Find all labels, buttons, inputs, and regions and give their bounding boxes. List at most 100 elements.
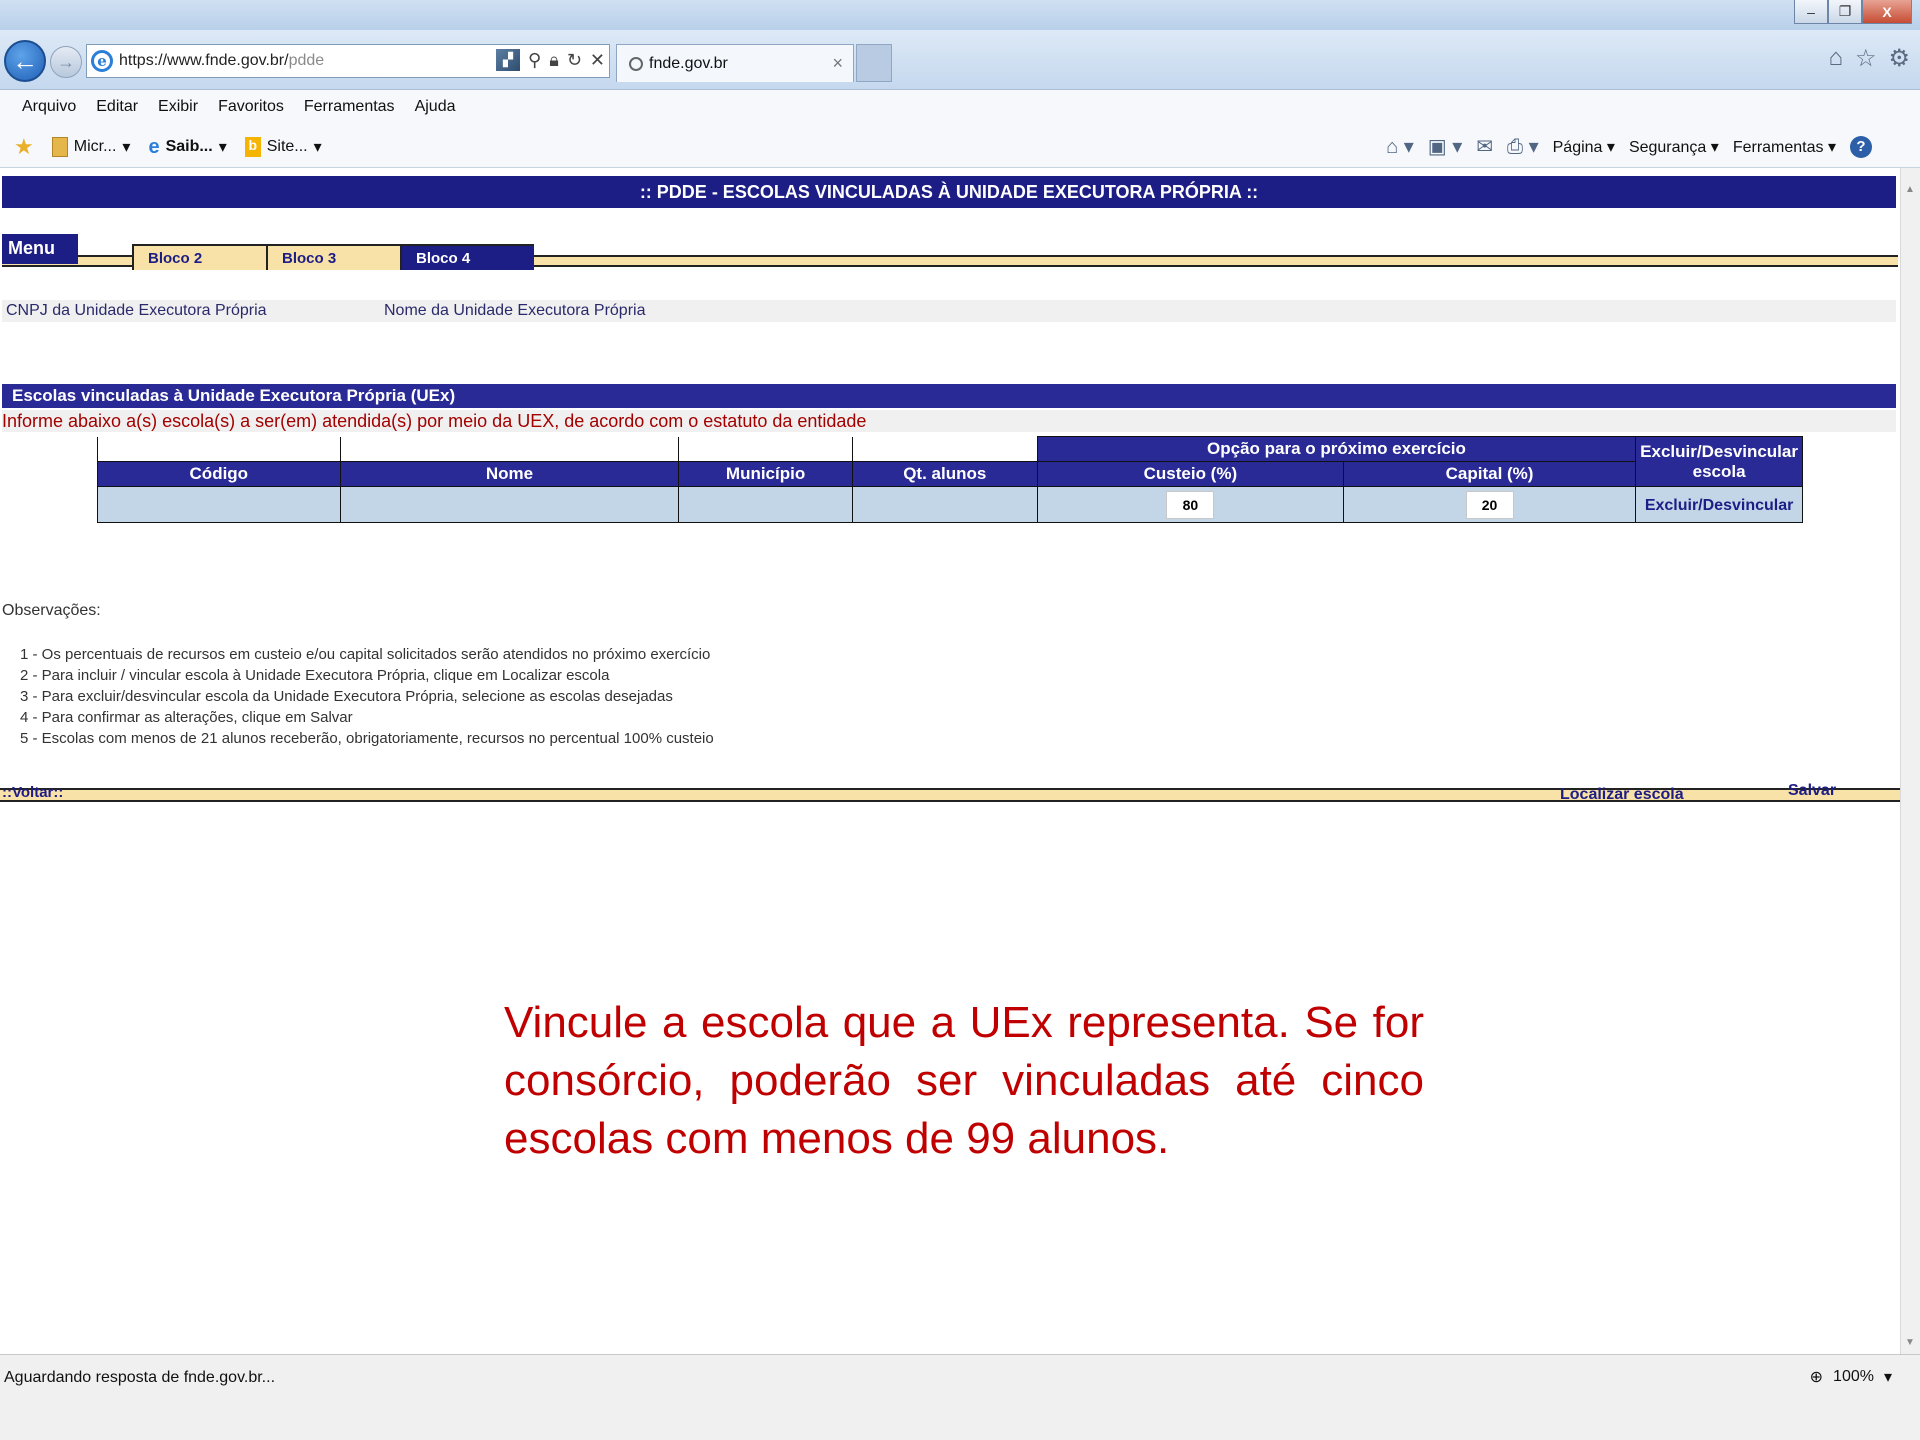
annotation-callout: Vincule a escola que a UEx representa. S…: [504, 998, 1424, 1163]
refresh-icon[interactable]: ↻: [567, 50, 582, 71]
tab-bloco-3[interactable]: Bloco 3: [266, 244, 400, 270]
schools-table: Opção para o próximo exercício Excluir/D…: [97, 436, 1803, 523]
tab-title: fnde.gov.br: [649, 54, 728, 72]
voltar-link[interactable]: ::Voltar::: [2, 784, 63, 801]
vertical-scrollbar[interactable]: ▲ ▼: [1900, 168, 1920, 1354]
cell-qt-alunos: [851, 486, 1038, 523]
cell-custeio: [1036, 486, 1344, 523]
restore-button[interactable]: ❐: [1828, 0, 1862, 24]
compatibility-view-icon[interactable]: ▞: [496, 49, 521, 71]
header-custeio: Custeio (%): [1036, 461, 1344, 487]
custeio-input[interactable]: [1166, 490, 1215, 519]
favorites-bar: ★ Micr... ▾ e Saib... ▾ b Site... ▾ ⌂ ▾ …: [0, 124, 1920, 168]
action-bar: ::Voltar:: Localizar escola Salvar: [0, 778, 1900, 804]
zoom-icon: ⊕: [1809, 1369, 1824, 1386]
page-banner: :: PDDE - ESCOLAS VINCULADAS À UNIDADE E…: [2, 176, 1896, 208]
tab-menu[interactable]: Menu: [2, 234, 78, 264]
command-seguranca[interactable]: Segurança ▾: [1629, 137, 1719, 157]
instruction-text: Informe abaixo a(s) escola(s) a ser(em) …: [2, 410, 1896, 432]
list-item: 3 - Para excluir/desvincular escola da U…: [20, 688, 673, 705]
tab-close-icon[interactable]: ×: [832, 53, 843, 74]
nome-uex-label: Nome da Unidade Executora Própria: [384, 302, 646, 319]
add-favorites-star-icon[interactable]: ★: [14, 134, 34, 160]
header-excluir: Excluir/Desvincular escola: [1635, 436, 1803, 487]
header-qt-alunos: Qt. alunos: [851, 461, 1038, 487]
scroll-up-icon[interactable]: ▲: [1905, 184, 1915, 195]
url-text: https://www.fnde.gov.br/pdde: [119, 52, 325, 69]
menu-ajuda[interactable]: Ajuda: [415, 98, 456, 116]
cell-municipio: [678, 486, 853, 523]
menu-editar[interactable]: Editar: [96, 98, 138, 116]
mail-icon[interactable]: ✉: [1476, 134, 1493, 159]
tab-bloco-4[interactable]: Bloco 4: [400, 244, 534, 270]
menu-bar: Arquivo Editar Exibir Favoritos Ferramen…: [0, 90, 1920, 124]
browser-tab[interactable]: fnde.gov.br ×: [616, 44, 854, 82]
navigation-bar: ← → e https://www.fnde.gov.br/pdde ▞ ⚲ 🔒…: [0, 30, 1920, 90]
capital-input[interactable]: [1465, 490, 1514, 519]
header-spacer: [339, 436, 680, 462]
favorite-item[interactable]: e Saib... ▾: [148, 136, 226, 159]
print-icon[interactable]: ⎙ ▾: [1507, 134, 1539, 159]
search-icon[interactable]: ⚲: [528, 50, 541, 71]
list-item: 1 - Os percentuais de recursos em custei…: [20, 646, 711, 663]
header-capital: Capital (%): [1342, 461, 1637, 487]
tab-bloco-2[interactable]: Bloco 2: [132, 244, 266, 270]
close-window-button[interactable]: X: [1862, 0, 1912, 24]
loading-icon: [629, 56, 643, 71]
observacoes-list: 1 - Os percentuais de recursos em custei…: [20, 644, 714, 749]
favorites-star-icon[interactable]: ☆: [1855, 44, 1877, 73]
menu-arquivo[interactable]: Arquivo: [22, 98, 76, 116]
status-bar: Aguardando resposta de fnde.gov.br... ⊕ …: [0, 1354, 1920, 1440]
favorite-item[interactable]: b Site... ▾: [244, 137, 322, 157]
zoom-dropdown-icon[interactable]: ▾: [1884, 1367, 1892, 1387]
status-text: Aguardando resposta de fnde.gov.br...: [4, 1369, 276, 1386]
header-spacer: [851, 436, 1038, 462]
cell-capital: [1342, 486, 1637, 523]
forward-button[interactable]: →: [50, 46, 82, 78]
section-title: Escolas vinculadas à Unidade Executora P…: [2, 384, 1896, 408]
favorite-label: Micr...: [73, 138, 117, 155]
bing-icon: b: [244, 137, 261, 157]
cell-codigo: [97, 486, 341, 523]
feeds-icon[interactable]: ▣ ▾: [1428, 134, 1463, 159]
window-title-bar: – ❐ X: [0, 0, 1920, 30]
favorite-label: Saib...: [165, 138, 213, 155]
lock-icon[interactable]: 🔒︎: [549, 50, 559, 71]
salvar-button[interactable]: Salvar: [1788, 782, 1836, 800]
home-icon[interactable]: ⌂ ▾: [1386, 134, 1414, 159]
uex-info-row: CNPJ da Unidade Executora Própria Nome d…: [2, 300, 1896, 322]
excluir-desvincular-link[interactable]: Excluir/Desvincular: [1645, 497, 1794, 514]
new-tab-button[interactable]: [856, 44, 892, 82]
ie-icon: e: [148, 135, 160, 158]
observacoes-title: Observações:: [2, 602, 101, 619]
favorite-item[interactable]: Micr... ▾: [51, 137, 130, 157]
favorite-label: Site...: [266, 138, 308, 155]
header-opcao: Opção para o próximo exercício: [1036, 436, 1637, 462]
minimize-button[interactable]: –: [1794, 0, 1828, 24]
home-icon[interactable]: ⌂: [1828, 44, 1843, 73]
folder-icon: [51, 137, 68, 157]
back-button[interactable]: ←: [4, 40, 46, 82]
command-pagina[interactable]: Página ▾: [1553, 137, 1615, 157]
cnpj-label: CNPJ da Unidade Executora Própria: [6, 302, 267, 319]
zoom-control[interactable]: ⊕ 100% ▾: [1810, 1367, 1892, 1387]
cell-nome: [339, 486, 680, 523]
address-bar[interactable]: e https://www.fnde.gov.br/pdde ▞ ⚲ 🔒︎ ↻ …: [86, 44, 610, 78]
ie-icon: e: [91, 50, 113, 72]
table-row: Excluir/Desvincular: [97, 486, 1803, 523]
menu-ferramentas[interactable]: Ferramentas: [304, 98, 395, 116]
header-spacer: [678, 436, 853, 462]
menu-favoritos[interactable]: Favoritos: [218, 98, 284, 116]
list-item: 2 - Para incluir / vincular escola à Uni…: [20, 667, 610, 684]
localizar-escola-button[interactable]: Localizar escola: [1560, 786, 1684, 804]
cell-excluir: Excluir/Desvincular: [1635, 486, 1803, 523]
command-ferramentas[interactable]: Ferramentas ▾: [1733, 137, 1836, 157]
header-spacer: [97, 436, 341, 462]
zoom-level: 100%: [1833, 1368, 1874, 1385]
help-icon[interactable]: ?: [1850, 135, 1872, 158]
menu-exibir[interactable]: Exibir: [158, 98, 198, 116]
scroll-down-icon[interactable]: ▼: [1905, 1337, 1915, 1348]
stop-icon[interactable]: ✕: [590, 50, 605, 71]
settings-gear-icon[interactable]: ⚙: [1888, 44, 1910, 73]
list-item: 5 - Escolas com menos de 21 alunos receb…: [20, 730, 714, 747]
